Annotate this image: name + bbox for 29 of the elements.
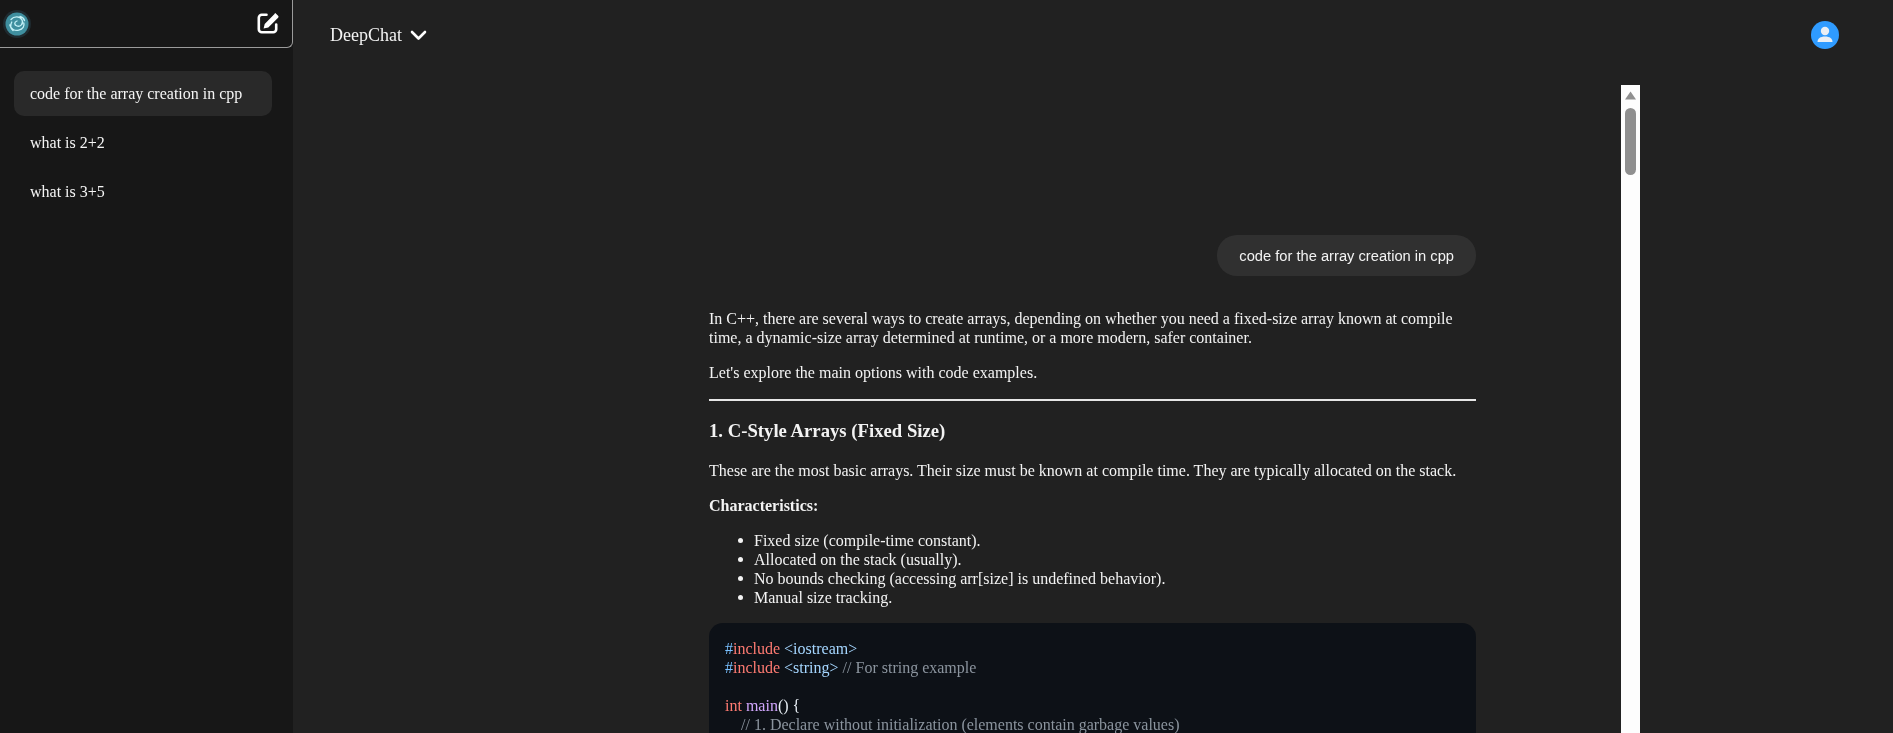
list-item-text: Fixed size (compile-time constant). (754, 530, 981, 550)
section-heading: 1. C-Style Arrays (Fixed Size) (709, 420, 947, 442)
scrollbar-thumb[interactable] (1625, 108, 1636, 175)
chat-history-item[interactable]: what is 2+2 (14, 120, 272, 165)
list-item-text: No bounds checking (accessing arr[size] is undefined behavior). (754, 569, 1166, 588)
model-dropdown[interactable]: DeepChat (330, 24, 427, 46)
list-item-text: Allocated on the stack (usually). (754, 550, 962, 569)
code-line: #include <iostream> (725, 638, 859, 658)
paragraph-text: Let's explore the main options with code examples. (709, 362, 1039, 382)
scroll-up-arrow-icon[interactable] (1625, 91, 1636, 100)
bullet-icon (738, 575, 743, 581)
list-item-text: Manual size tracking. (754, 588, 893, 607)
code-line: int main() { (725, 695, 802, 715)
message-bubble: code for the array creation in cpp (1217, 235, 1476, 276)
logo-icon (3, 9, 31, 38)
subheading-text: Characteristics: (709, 495, 820, 515)
scrollbar[interactable] (1621, 85, 1640, 733)
paragraph-text: These are the most basic arrays. Their size must be known at compile time. They are typically allocated on the stack. (709, 460, 1458, 480)
avatar-icon[interactable] (1811, 21, 1839, 49)
bullet-icon (738, 556, 743, 562)
chat-history-item[interactable]: what is 3+5 (14, 169, 272, 214)
paragraph-text: In C++, there are several ways to create arrays, depending on whether you need a fixed-size array known at compile time, a dynamic-size array determined at runtime, or a more modern, safer container. (709, 308, 1454, 347)
bullet-icon (738, 537, 743, 543)
chevron-down-icon (410, 29, 427, 41)
edit-icon[interactable] (256, 12, 280, 35)
bullet-icon (738, 594, 743, 600)
code-line: #include <string> // For string example (725, 657, 978, 677)
chat-history-item[interactable]: code for the array creation in cpp (14, 71, 272, 116)
code-line: // 1. Declare without initialization (elements contain garbage values) (740, 715, 1181, 733)
